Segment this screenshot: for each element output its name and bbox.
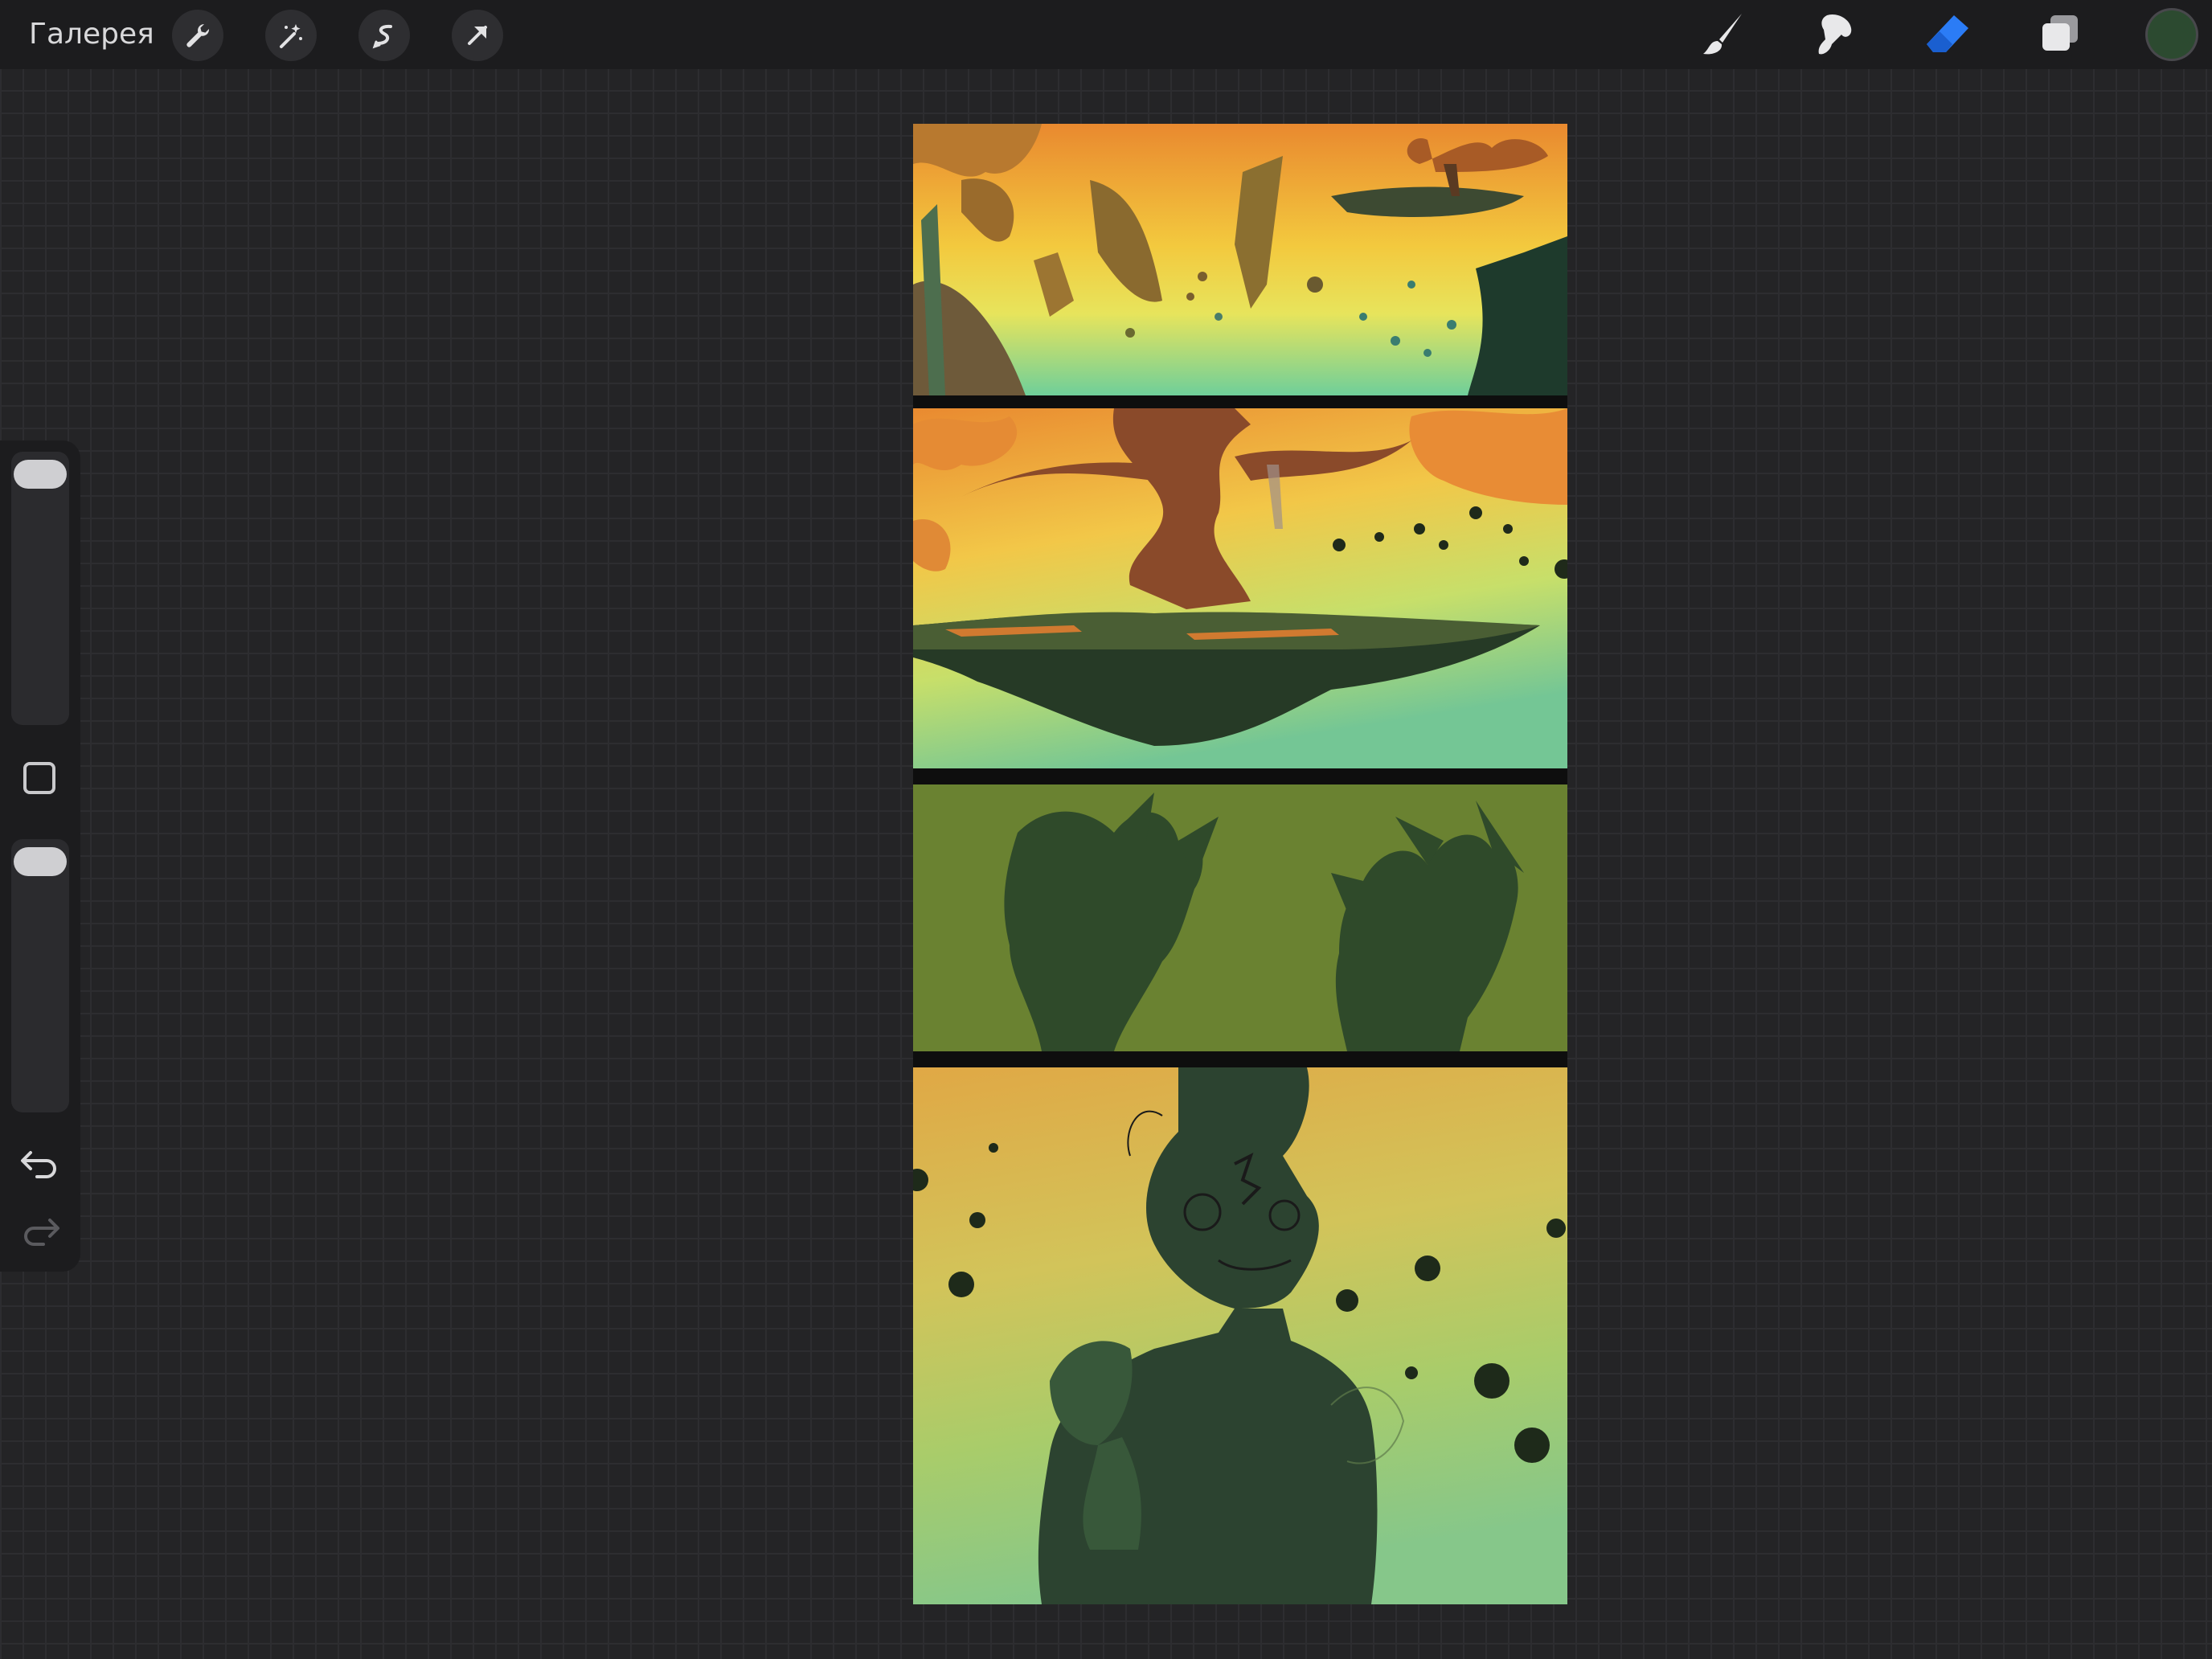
gallery-button[interactable]: Галерея: [29, 16, 154, 53]
brush-size-thumb[interactable]: [14, 460, 67, 489]
adjustments-button[interactable]: [265, 10, 317, 61]
brush-icon: [1703, 14, 1742, 55]
smudge-tool-button[interactable]: [1807, 8, 1863, 61]
transform-button[interactable]: [452, 10, 503, 61]
opacity-thumb[interactable]: [14, 847, 67, 876]
artwork-canvas[interactable]: [913, 124, 1567, 1604]
undo-icon: [21, 1151, 56, 1178]
selection-icon: [372, 24, 392, 49]
magic-wand-icon: [280, 24, 302, 48]
paint-tool-button[interactable]: [1696, 8, 1752, 61]
wrench-icon: [186, 24, 210, 47]
panel-claw-hands-silhouette: [913, 784, 1567, 1051]
actions-button[interactable]: [172, 10, 223, 61]
panel-floating-islands-sky: [913, 124, 1567, 395]
panel-tree-on-floating-island: [913, 408, 1567, 768]
left-sidebar: [0, 440, 80, 1272]
selection-button[interactable]: [358, 10, 410, 61]
layers-icon: [2042, 15, 2078, 51]
eraser-tool-button[interactable]: [1919, 8, 1976, 61]
panel-dragon-character: [913, 1067, 1567, 1604]
redo-button[interactable]: [19, 1212, 61, 1249]
layers-button[interactable]: [2032, 8, 2088, 61]
redo-icon: [24, 1219, 59, 1246]
modify-square-icon[interactable]: [23, 762, 55, 794]
transform-arrow-icon: [468, 26, 487, 45]
brush-size-slider[interactable]: [11, 452, 69, 725]
top-toolbar: Галерея: [0, 0, 2212, 69]
smudge-icon: [1818, 14, 1852, 55]
undo-button[interactable]: [19, 1145, 61, 1182]
opacity-slider[interactable]: [11, 839, 69, 1112]
eraser-icon: [1927, 15, 1968, 52]
color-picker-button[interactable]: [2148, 10, 2196, 59]
